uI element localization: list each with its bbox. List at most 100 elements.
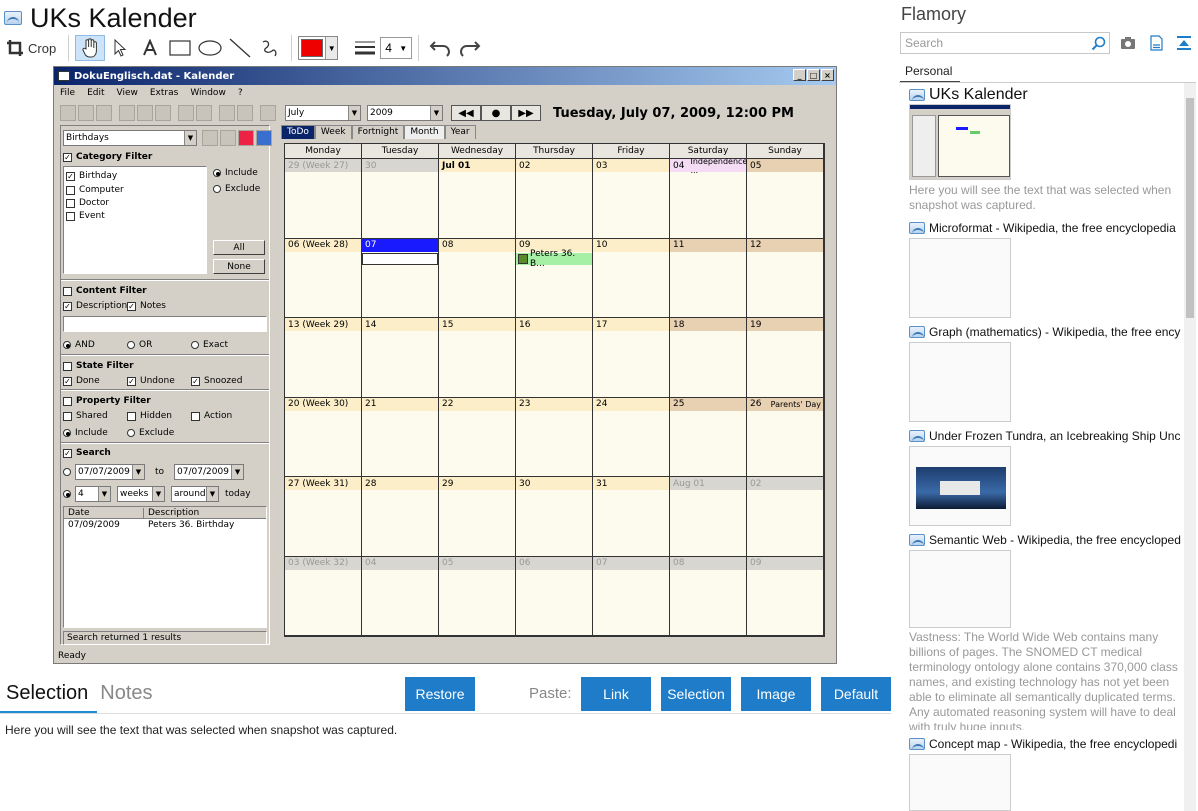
calendar-day-label: 07 <box>593 556 669 570</box>
year-value: 2009 <box>370 108 393 118</box>
day-number: 08 <box>673 558 685 568</box>
crop-button[interactable]: Crop <box>6 35 56 61</box>
tab-selection[interactable]: Selection <box>6 682 88 705</box>
tab-personal-label: Personal <box>905 64 953 78</box>
exclude-label: Exclude <box>225 184 261 194</box>
snapshot-item[interactable]: Concept map - Wikipedia, the free encycl… <box>909 737 1181 751</box>
annotation-toolbar: Crop ▼ 4 ▼ <box>0 33 893 63</box>
chevron-down-icon: ▼ <box>325 37 338 59</box>
line-width-tool[interactable] <box>350 35 380 61</box>
selected-slot <box>362 252 438 265</box>
line-width-select[interactable]: 4 ▼ <box>380 37 413 59</box>
action-check: Action <box>191 411 232 421</box>
calendar-day-cell: 17 <box>593 318 670 398</box>
paste-image-button[interactable]: Image <box>741 677 811 711</box>
camera-icon[interactable] <box>1119 34 1137 52</box>
list-item: Doctor <box>66 198 109 208</box>
checkbox <box>63 396 72 406</box>
calendar-day-cell: 06 (Week 28) <box>285 238 362 318</box>
day-number: 02 <box>519 160 531 171</box>
snapshot-title: Graph (mathematics) - Wikipedia, the fre… <box>929 325 1181 339</box>
snapshot-thumbnail[interactable] <box>909 754 1011 811</box>
redo-button[interactable] <box>455 35 485 61</box>
undone-check: ✓ Undone <box>127 376 175 386</box>
new-filter-icon <box>202 130 218 146</box>
calendar-day-cell: 30 <box>362 159 439 239</box>
document-icon[interactable] <box>1147 34 1165 52</box>
color-picker[interactable]: ▼ <box>298 36 339 60</box>
search-icon[interactable] <box>1089 34 1107 52</box>
filter-preset: Birthdays ▼ <box>63 130 197 146</box>
snapshot-item[interactable]: Graph (mathematics) - Wikipedia, the fre… <box>909 325 1181 339</box>
checkbox <box>127 411 136 421</box>
snapshot-title: Microformat - Wikipedia, the free encycl… <box>929 221 1176 235</box>
scrollbar-thumb[interactable] <box>1186 98 1194 318</box>
day-number: 16 <box>519 319 531 330</box>
ellipse-tool[interactable] <box>195 35 225 61</box>
snapshot-item[interactable]: Under Frozen Tundra, an Icebreaking Ship… <box>909 429 1181 443</box>
calendar-day-label: 28 <box>362 477 438 490</box>
calendar-day-cell: 04 Independence ... <box>670 157 747 239</box>
day-number: 26 <box>750 399 762 409</box>
calendar-day-label: 22 <box>439 397 515 411</box>
calendar-day-cell: 08 <box>439 238 516 318</box>
snapshot-thumbnail[interactable] <box>909 342 1011 422</box>
snapshot-item[interactable]: Semantic Web - Wikipedia, the free encyc… <box>909 533 1181 547</box>
snapshot-thumbnail[interactable] <box>909 238 1011 318</box>
undo-button[interactable] <box>425 35 455 61</box>
include-label: Include <box>225 168 258 178</box>
category-filter-label: Category Filter <box>76 152 153 162</box>
crop-icon <box>7 40 23 56</box>
day-number: 24 <box>596 399 608 409</box>
calendar-day-cell: 13 (Week 29) <box>285 318 362 398</box>
calendar-day-cell: 18 <box>670 318 747 398</box>
calendar-day-label: 21 <box>362 397 438 411</box>
category-label: Computer <box>79 185 124 195</box>
paste-link-button[interactable]: Link <box>581 677 651 711</box>
day-number: 29 (Week 27) <box>288 160 349 171</box>
snapshot-thumbnail[interactable] <box>909 446 1011 526</box>
snapshot-thumbnail[interactable] <box>909 550 1011 628</box>
snapshot-item[interactable]: UKs Kalender <box>909 86 1181 104</box>
day-number: 03 (Week 32) <box>288 558 349 568</box>
tab-notes[interactable]: Notes <box>100 682 152 705</box>
line-tool[interactable] <box>225 35 255 61</box>
select-tool[interactable] <box>105 35 135 61</box>
status-text: Ready <box>58 651 86 661</box>
default-label: Default <box>833 686 879 702</box>
line-width-value: 4 <box>385 41 392 55</box>
checkbox <box>63 411 72 421</box>
day-number: 29 <box>442 478 454 489</box>
checkbox: ✓ <box>66 171 75 181</box>
snapshot-thumbnail[interactable] <box>909 104 1011 180</box>
rectangle-tool[interactable] <box>165 35 195 61</box>
checkbox: ✓ <box>191 376 200 386</box>
calendar-day-cell: 30 <box>516 477 593 557</box>
category-list: ✓ Birthday Computer Doctor Event <box>63 166 207 274</box>
checkbox: ✓ <box>63 152 72 162</box>
calendar-day-label: 02 <box>747 477 823 490</box>
tab-personal[interactable]: Personal <box>900 61 960 83</box>
day-number: 08 <box>442 240 454 250</box>
text-tool[interactable] <box>135 35 165 61</box>
snapshot-item[interactable]: Microformat - Wikipedia, the free encycl… <box>909 221 1181 235</box>
collapse-icon[interactable] <box>1175 34 1193 52</box>
unit-value: weeks <box>120 489 149 499</box>
undo-icon <box>178 105 194 121</box>
paste-selection-button[interactable]: Selection <box>661 677 731 711</box>
hand-tool[interactable] <box>75 35 106 61</box>
exact-radio: Exact <box>191 340 228 350</box>
exclude-radio: Exclude <box>213 184 260 194</box>
freehand-tool[interactable] <box>255 35 285 61</box>
restore-button[interactable]: Restore <box>405 677 475 711</box>
checkbox: ✓ <box>127 301 136 311</box>
day-number: 30 <box>519 478 531 489</box>
calendar-day-label: 17 <box>593 318 669 331</box>
calendar-day-label: 11 <box>670 238 746 252</box>
search-input[interactable]: Search <box>900 32 1110 54</box>
description-label: Description <box>76 301 128 311</box>
calendar-day-label: 04 <box>362 556 438 570</box>
freehand-icon <box>262 40 277 57</box>
paste-default-button[interactable]: Default <box>821 677 891 711</box>
checkbox: ✓ <box>63 448 72 458</box>
